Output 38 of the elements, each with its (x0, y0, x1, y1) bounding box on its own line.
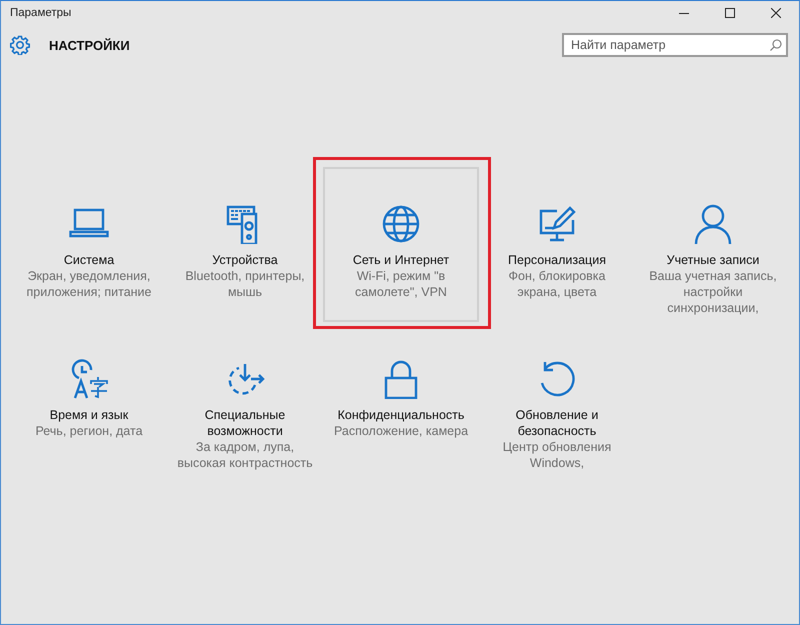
person-icon (693, 204, 733, 244)
tile-title: Персонализация (508, 252, 606, 268)
tile-description: Bluetooth, принтеры, мышь (184, 268, 306, 300)
search-icon[interactable] (770, 39, 782, 51)
tile-description: Речь, регион, дата (35, 423, 143, 439)
tile-title: Конфиденциальность (338, 407, 464, 423)
settings-icon (10, 35, 30, 55)
tile-title: Учетные записи (666, 252, 760, 268)
tile-title: Сеть и Интернет (352, 252, 450, 268)
settings-tile[interactable]: Сеть и Интернет Wi-Fi, режим "в самолете", VPN (323, 167, 479, 322)
maximize-icon (725, 8, 735, 18)
settings-tile[interactable]: Конфиденциальность Расположение, камера (323, 322, 479, 477)
tile-description: Расположение, камера (334, 423, 468, 439)
settings-tile[interactable]: Учетные записи Ваша учетная запись, настройки синхронизации, (635, 167, 791, 322)
tile-title: Обновление и безопасность (514, 407, 600, 439)
monitor-brush-icon (537, 204, 577, 244)
page-title: НАСТРОЙКИ (49, 38, 131, 52)
tile-title: Система (64, 252, 114, 268)
settings-tile[interactable]: Специальные возможности За кадром, лупа, высокая контрастность (167, 322, 323, 477)
tile-title: Время и язык (50, 407, 128, 423)
tile-description: За кадром, лупа, высокая контрастность (177, 439, 313, 471)
search-field[interactable]: Найти параметр (562, 33, 788, 57)
tile-description: Wi-Fi, режим "в самолете", VPN (354, 268, 448, 300)
settings-tile[interactable]: Персонализация Фон, блокировка экрана, цвета (479, 167, 635, 322)
tile-description: Ваша учетная запись, настройки синхронизации, (648, 268, 778, 316)
close-icon (771, 8, 781, 18)
tile-title: Специальные возможности (204, 407, 286, 439)
tile-description: Фон, блокировка экрана, цвета (508, 268, 606, 300)
globe-icon (381, 204, 421, 244)
tile-description: Экран, уведомления, приложения; питание (26, 268, 152, 300)
window-title: Параметры (10, 7, 72, 19)
settings-tile[interactable]: Устройства Bluetooth, принтеры, мышь (167, 167, 323, 322)
tile-title: Устройства (212, 252, 278, 268)
clock-letter-icon (69, 359, 109, 399)
settings-tile[interactable]: Обновление и безопасность Центр обновления Windows, (479, 322, 635, 477)
settings-tile[interactable]: Время и язык Речь, регион, дата (11, 322, 167, 477)
settings-tile[interactable]: Система Экран, уведомления, приложения; питание (11, 167, 167, 322)
tile-description: Центр обновления Windows, (502, 439, 612, 471)
